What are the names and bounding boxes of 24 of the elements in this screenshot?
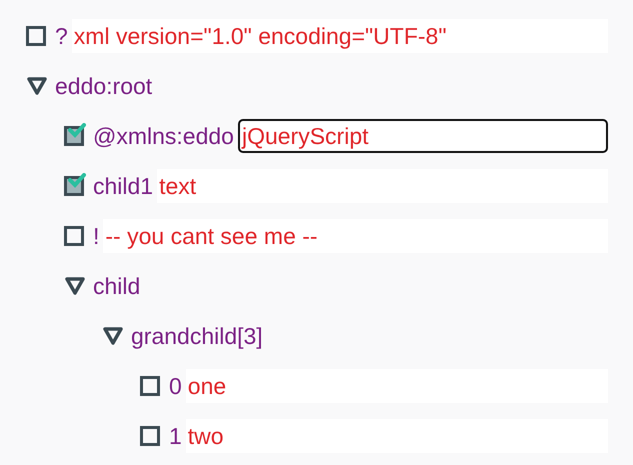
node-name: grandchild[3] <box>131 322 263 350</box>
checked-checkbox[interactable] <box>64 126 84 146</box>
collapse-triangle-icon[interactable] <box>26 76 48 96</box>
checkbox[interactable] <box>140 426 160 446</box>
collapse-triangle-icon[interactable] <box>64 276 86 296</box>
node-name: child1 <box>93 172 154 200</box>
node-name: 1 <box>169 422 182 450</box>
value-field[interactable]: text <box>157 169 608 203</box>
value-field[interactable]: two <box>186 419 608 453</box>
value-input-field[interactable]: jQueryScript <box>238 119 608 153</box>
node-name: ? <box>55 22 68 50</box>
node-name: ! <box>93 222 100 250</box>
checkbox[interactable] <box>140 376 160 396</box>
node-name: 0 <box>169 372 182 400</box>
node-name: child <box>93 272 140 300</box>
checked-checkbox[interactable] <box>64 176 84 196</box>
value-field[interactable]: -- you cant see me -- <box>103 219 608 253</box>
value-field[interactable]: xml version="1.0" encoding="UTF-8" <box>72 19 608 53</box>
node-name: eddo:root <box>55 72 152 100</box>
value-field[interactable]: one <box>186 369 608 403</box>
checkbox[interactable] <box>26 26 46 46</box>
collapse-triangle-icon[interactable] <box>102 326 124 346</box>
checkbox[interactable] <box>64 226 84 246</box>
node-name: @xmlns:eddo <box>93 122 234 150</box>
